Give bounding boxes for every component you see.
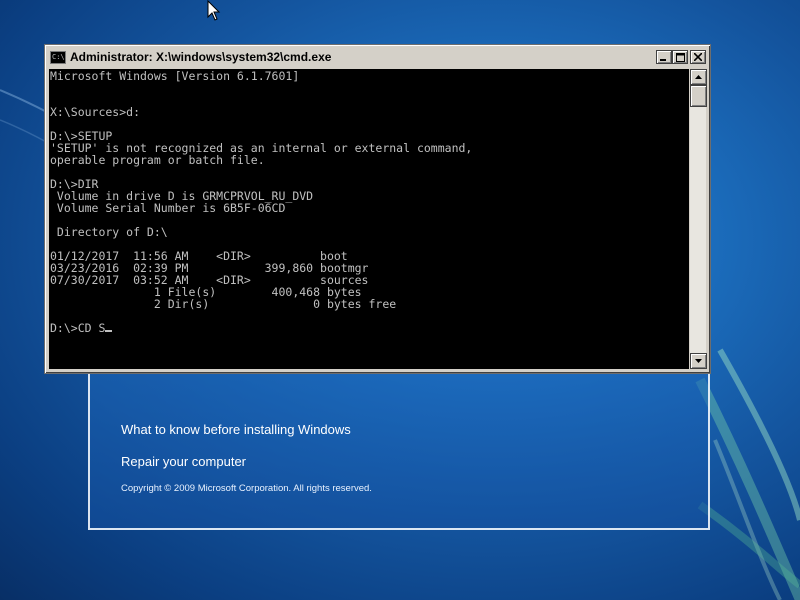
minimize-icon [660,59,666,61]
console-output[interactable]: Microsoft Windows [Version 6.1.7601] X:\S… [49,69,689,369]
window-controls [656,50,706,64]
scroll-thumb[interactable] [690,85,707,107]
close-icon [694,53,702,61]
console-line: 2 Dir(s) 0 bytes free [50,297,397,311]
console-line: D:\>CD S [50,322,689,334]
repair-computer-link[interactable]: Repair your computer [121,454,246,469]
close-button[interactable] [690,50,706,64]
arrow-up-icon [695,75,702,79]
maximize-icon [675,52,685,62]
arrow-down-icon [695,359,702,363]
text-cursor [105,330,113,332]
console-line: operable program or batch file. [50,153,265,167]
console-text: Microsoft Windows [Version 6.1.7601] X:\S… [49,69,689,334]
title-bar[interactable]: C:\ Administrator: X:\windows\system32\c… [47,47,708,67]
cmd-window[interactable]: C:\ Administrator: X:\windows\system32\c… [44,44,711,374]
scroll-up-button[interactable] [690,69,707,85]
vertical-scrollbar[interactable] [689,69,707,369]
minimize-button[interactable] [656,50,672,64]
console-line: X:\Sources>d: [50,105,141,119]
maximize-button[interactable] [672,50,688,64]
console-line: Microsoft Windows [Version 6.1.7601] [50,69,300,83]
cmd-icon: C:\ [50,50,66,64]
window-title: Administrator: X:\windows\system32\cmd.e… [70,50,332,64]
console-line: Directory of D:\ [50,225,168,239]
mouse-pointer-icon [207,0,221,21]
what-to-know-link[interactable]: What to know before installing Windows [121,422,351,437]
copyright-text: Copyright © 2009 Microsoft Corporation. … [121,483,372,494]
console-line: Volume Serial Number is 6B5F-06CD [50,201,286,215]
scroll-down-button[interactable] [690,353,707,369]
